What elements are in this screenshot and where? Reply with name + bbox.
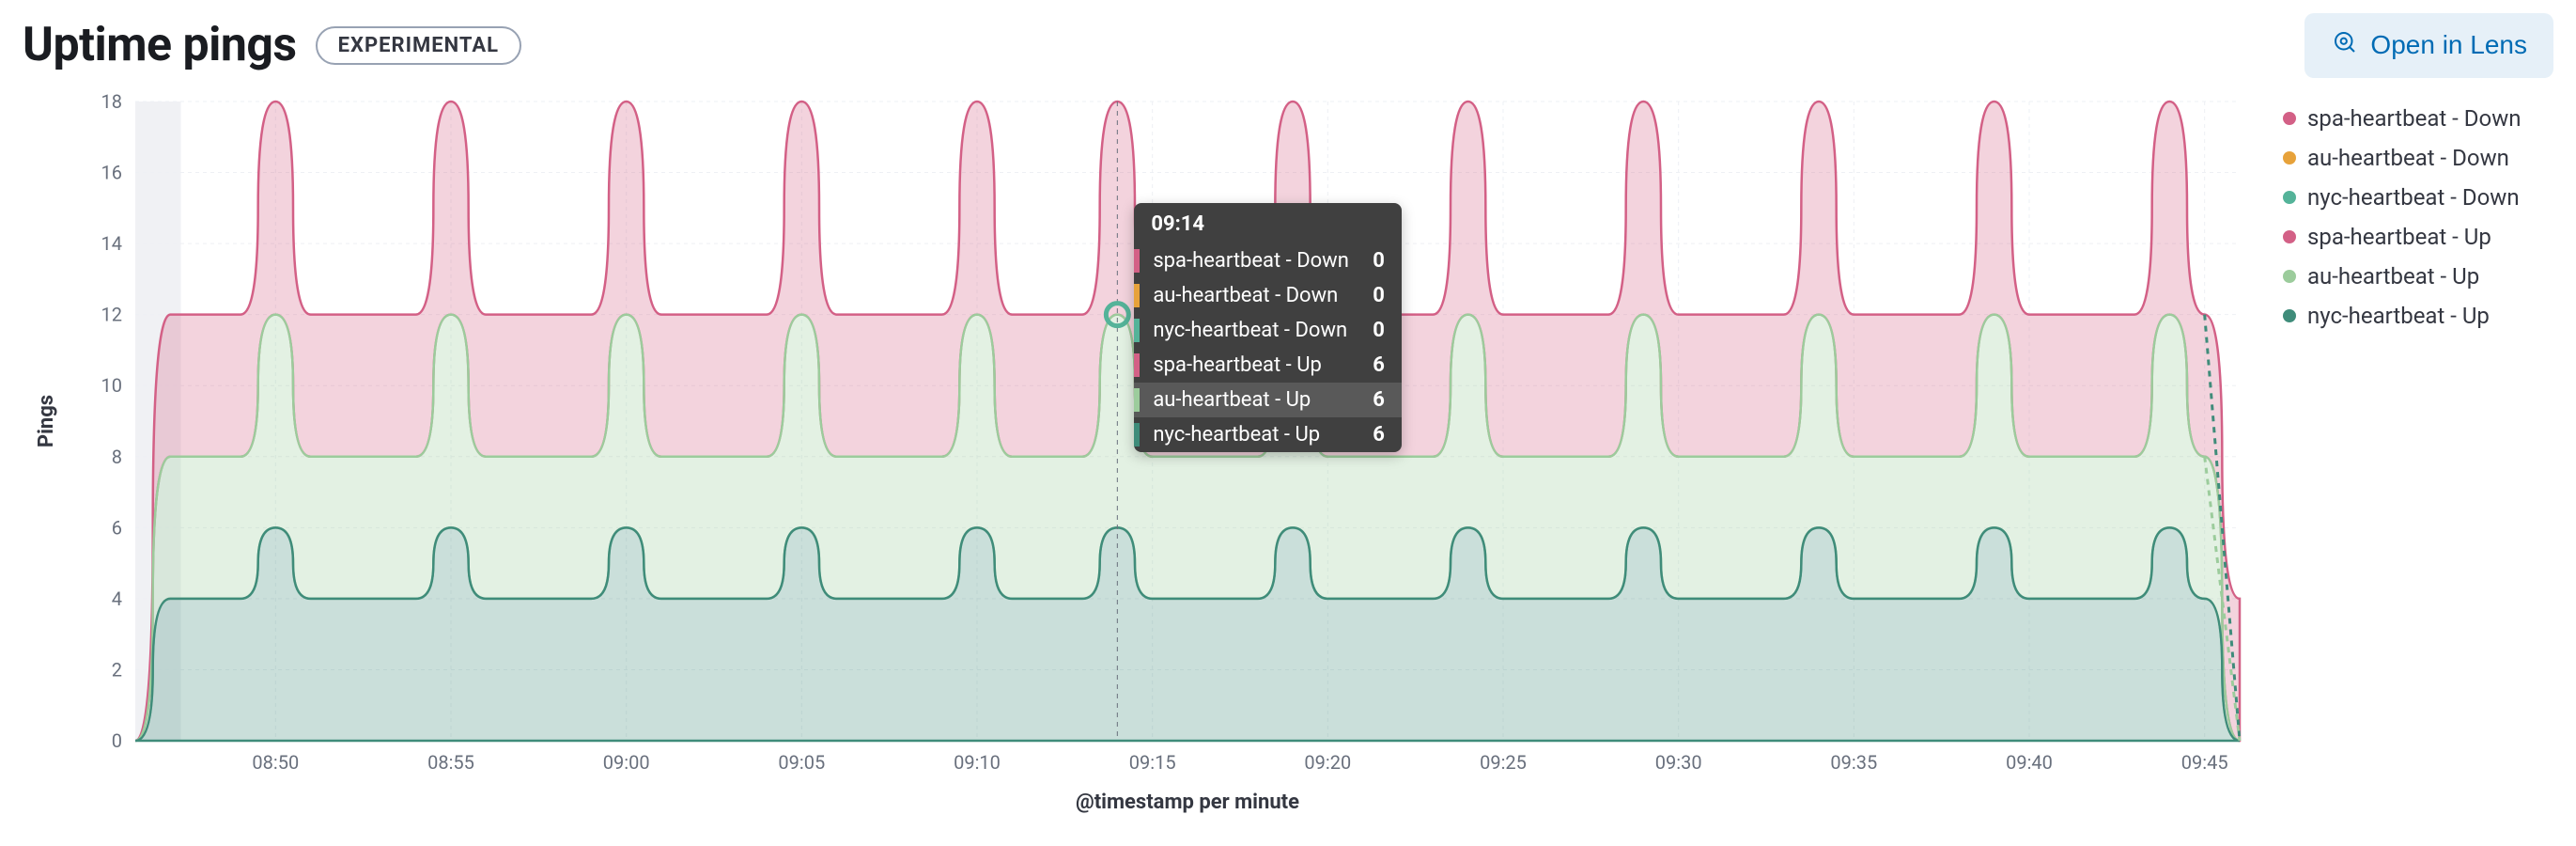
chart-legend: spa-heartbeat - Down au-heartbeat - Down n… (2283, 105, 2522, 342)
legend-swatch (2283, 151, 2296, 164)
tooltip-value: 6 (1362, 423, 1385, 446)
lens-icon (2331, 28, 2359, 63)
legend-swatch (2283, 230, 2296, 243)
open-in-lens-label: Open in Lens (2370, 30, 2527, 60)
tooltip-swatch (1134, 388, 1140, 412)
tooltip-row: spa-heartbeat - Up 6 (1134, 348, 1402, 383)
svg-text:09:35: 09:35 (1830, 751, 1877, 774)
legend-label: spa-heartbeat - Down (2307, 105, 2522, 132)
legend-item[interactable]: au-heartbeat - Up (2283, 263, 2522, 290)
tooltip-swatch (1134, 249, 1140, 273)
svg-text:09:00: 09:00 (603, 751, 650, 774)
svg-text:09:45: 09:45 (2181, 751, 2228, 774)
svg-text:09:30: 09:30 (1655, 751, 1702, 774)
tooltip-label: spa-heartbeat - Down (1153, 249, 1349, 273)
tooltip-row: nyc-heartbeat - Down 0 (1134, 313, 1402, 348)
legend-swatch (2283, 112, 2296, 125)
experimental-badge: EXPERIMENTAL (316, 26, 521, 65)
tooltip-time: 09:14 (1134, 203, 1402, 243)
svg-text:4: 4 (112, 588, 122, 610)
svg-text:6: 6 (112, 516, 122, 539)
tooltip-swatch (1134, 284, 1140, 307)
chart-tooltip: 09:14 spa-heartbeat - Down 0 au-heartbea… (1134, 203, 1402, 452)
svg-text:09:15: 09:15 (1129, 751, 1176, 774)
tooltip-value: 6 (1362, 388, 1385, 412)
open-in-lens-button[interactable]: Open in Lens (2304, 13, 2553, 78)
tooltip-label: nyc-heartbeat - Down (1153, 319, 1349, 342)
legend-item[interactable]: spa-heartbeat - Up (2283, 224, 2522, 250)
svg-text:09:20: 09:20 (1304, 751, 1351, 774)
tooltip-row: spa-heartbeat - Down 0 (1134, 243, 1402, 278)
uptime-chart[interactable]: 0 2 4 6 8 10 12 14 16 18 08:50 08:55 09:00 09:05 09:10… (23, 92, 2258, 825)
tooltip-value: 0 (1362, 284, 1385, 307)
chart-area[interactable]: 0 2 4 6 8 10 12 14 16 18 08:50 08:55 09:00 09:05 09:10… (23, 92, 2258, 825)
legend-label: au-heartbeat - Down (2307, 145, 2509, 171)
legend-label: spa-heartbeat - Up (2307, 224, 2491, 250)
tooltip-swatch (1134, 319, 1140, 342)
svg-text:09:10: 09:10 (954, 751, 1001, 774)
legend-label: nyc-heartbeat - Down (2307, 184, 2520, 211)
tooltip-swatch (1134, 423, 1140, 446)
tooltip-value: 6 (1362, 353, 1385, 377)
legend-swatch (2283, 191, 2296, 204)
uptime-pings-panel: Uptime pings EXPERIMENTAL Open in Lens 0… (0, 0, 2576, 846)
svg-text:14: 14 (101, 232, 122, 255)
svg-text:12: 12 (101, 304, 122, 326)
tooltip-label: au-heartbeat - Down (1153, 284, 1349, 307)
tooltip-row: nyc-heartbeat - Up 6 (1134, 417, 1402, 452)
tooltip-label: spa-heartbeat - Up (1153, 353, 1349, 377)
page-title: Uptime pings (23, 18, 297, 72)
svg-text:08:50: 08:50 (252, 751, 299, 774)
svg-text:Pings: Pings (35, 395, 58, 447)
svg-text:10: 10 (101, 374, 122, 397)
svg-text:09:05: 09:05 (778, 751, 825, 774)
svg-text:2: 2 (112, 658, 122, 681)
legend-swatch (2283, 309, 2296, 322)
tooltip-swatch (1134, 353, 1140, 377)
svg-text:08:55: 08:55 (427, 751, 474, 774)
legend-item[interactable]: spa-heartbeat - Down (2283, 105, 2522, 132)
tooltip-value: 0 (1362, 319, 1385, 342)
svg-text:8: 8 (112, 446, 122, 468)
svg-text:18: 18 (101, 92, 122, 113)
panel-header: Uptime pings EXPERIMENTAL Open in Lens (23, 9, 2553, 81)
tooltip-row: au-heartbeat - Up 6 (1134, 383, 1402, 417)
tooltip-value: 0 (1362, 249, 1385, 273)
svg-text:16: 16 (101, 162, 122, 184)
legend-item[interactable]: nyc-heartbeat - Down (2283, 184, 2522, 211)
svg-text:09:40: 09:40 (2006, 751, 2053, 774)
legend-label: au-heartbeat - Up (2307, 263, 2479, 290)
tooltip-row: au-heartbeat - Down 0 (1134, 278, 1402, 313)
tooltip-label: nyc-heartbeat - Up (1153, 423, 1349, 446)
legend-item[interactable]: au-heartbeat - Down (2283, 145, 2522, 171)
svg-text:09:25: 09:25 (1480, 751, 1527, 774)
svg-text:@timestamp per minute: @timestamp per minute (1076, 791, 1299, 814)
legend-item[interactable]: nyc-heartbeat - Up (2283, 303, 2522, 329)
tooltip-label: au-heartbeat - Up (1153, 388, 1349, 412)
legend-swatch (2283, 270, 2296, 283)
legend-label: nyc-heartbeat - Up (2307, 303, 2490, 329)
svg-text:0: 0 (112, 729, 122, 752)
